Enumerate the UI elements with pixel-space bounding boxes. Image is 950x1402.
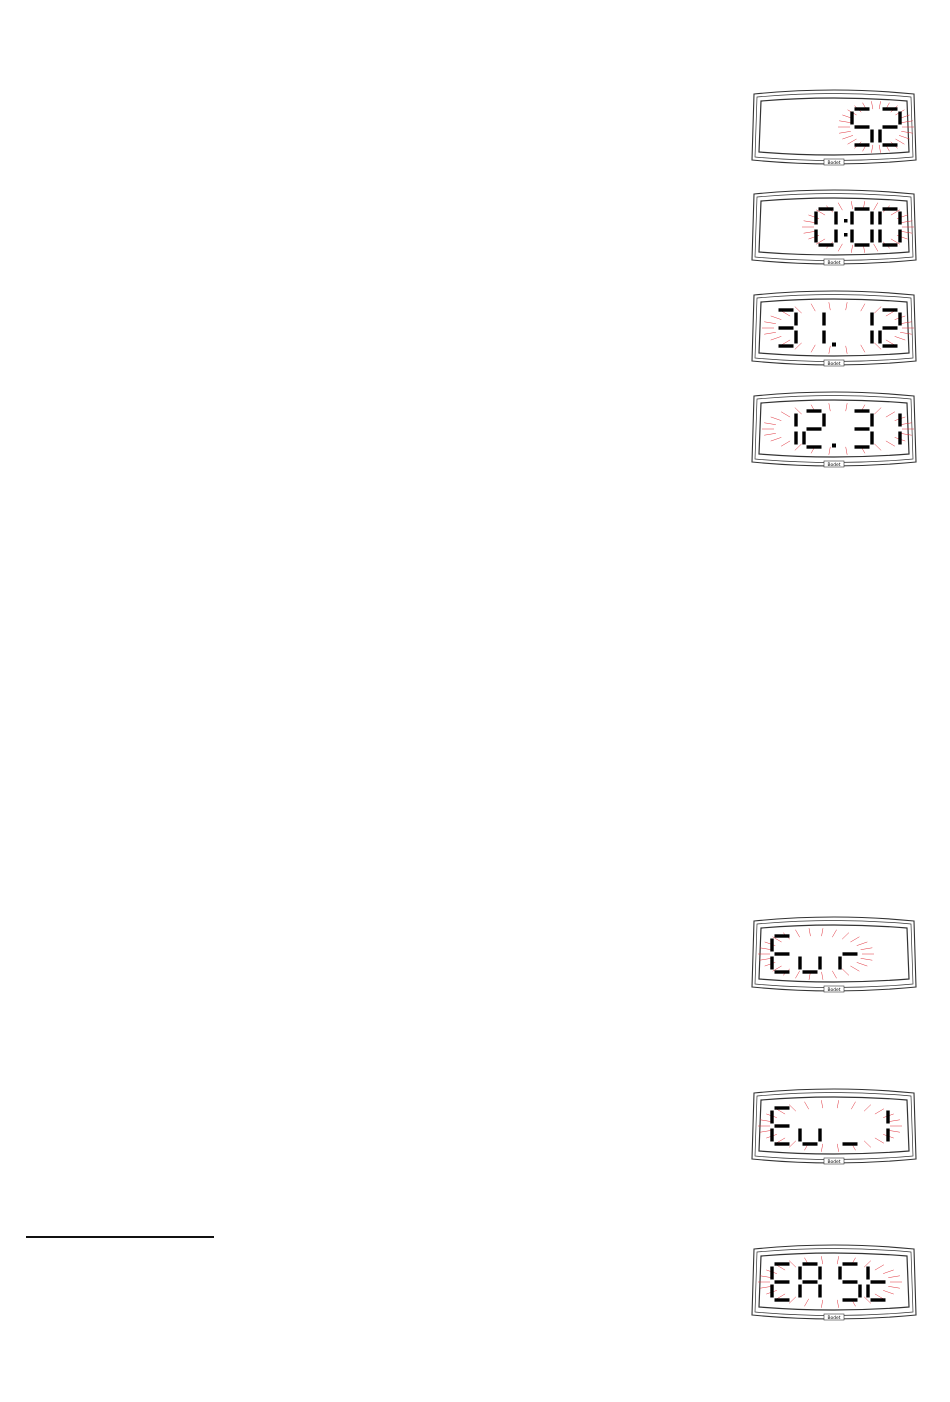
display-readout: 12. 31	[834, 429, 838, 431]
clock-display-date-month-day: Bodet 12. 31	[750, 390, 918, 468]
section-underline	[26, 1236, 214, 1238]
display-readout: 0:00	[834, 227, 837, 229]
svg-text:Bodet: Bodet	[828, 1159, 841, 1165]
clock-display-dst-europe: Bodet Eu r	[750, 915, 918, 993]
svg-text:Bodet: Bodet	[828, 987, 841, 993]
svg-text:Bodet: Bodet	[828, 1315, 841, 1321]
svg-text:Bodet: Bodet	[828, 462, 841, 468]
clock-display-time: Bodet 0:00	[750, 188, 918, 266]
clock-display-dst-east: Bodet EA St	[750, 1243, 918, 1321]
display-readout: 31. 12	[834, 328, 838, 330]
display-readout: Eu _1	[834, 1126, 837, 1128]
svg-text:Bodet: Bodet	[828, 260, 841, 266]
svg-text:Bodet: Bodet	[828, 160, 841, 166]
svg-text:Bodet: Bodet	[828, 361, 841, 367]
clock-display-date-day-month: Bodet 31. 12	[750, 289, 918, 367]
clock-display-dst-europe-1: Bodet Eu _1	[750, 1087, 918, 1165]
clock-display-week-number: Bodet 52	[750, 88, 918, 166]
